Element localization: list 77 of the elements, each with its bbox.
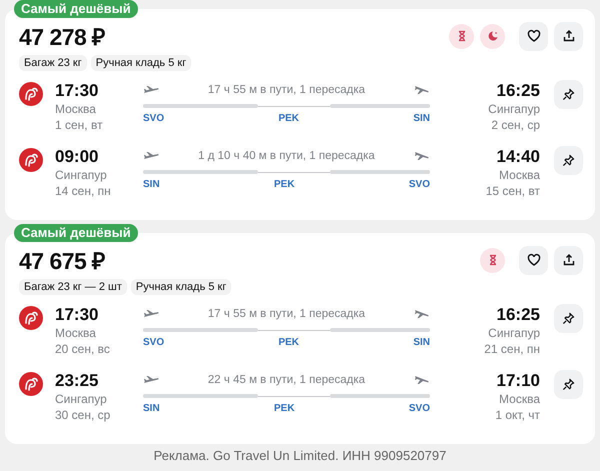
pin-button[interactable]: [554, 80, 583, 109]
departure-date: 30 сен, ср: [55, 407, 112, 423]
baggage-tag: Ручная кладь 5 кг: [90, 55, 192, 71]
airport-code: SVO: [408, 403, 430, 414]
airport-code: PEK: [274, 179, 295, 190]
arrival-time: 17:10: [496, 370, 540, 391]
landing-icon: [414, 85, 430, 95]
departure-time: 09:00: [55, 146, 100, 167]
departure-time: 17:30: [55, 304, 100, 325]
arrival-city: Сингапур: [487, 101, 540, 117]
departure-city: Москва: [55, 325, 97, 341]
heart-icon: [526, 29, 540, 43]
arrival-time: 14:40: [496, 146, 540, 167]
takeoff-icon: [143, 85, 159, 95]
pin-button[interactable]: [554, 146, 583, 175]
baggage-tag: Багаж 23 кг: [19, 55, 87, 71]
pin-icon: [562, 378, 575, 391]
departure-time: 17:30: [55, 80, 100, 101]
departure-time: 23:25: [55, 370, 100, 391]
share-icon: [562, 253, 576, 267]
airline-logo-icon: [19, 148, 43, 172]
pin-button[interactable]: [554, 304, 583, 333]
price: 47 675 ₽: [19, 247, 105, 276]
pin-button[interactable]: [554, 370, 583, 399]
favorite-button[interactable]: [519, 246, 548, 274]
takeoff-icon: [143, 309, 159, 319]
landing-icon: [414, 309, 430, 319]
share-button[interactable]: [554, 22, 583, 50]
departure-date: 1 сен, вт: [55, 117, 104, 133]
arrival-date: 2 сен, ср: [490, 117, 540, 133]
arrival-time: 16:25: [496, 304, 540, 325]
flight-duration: 17 ч 55 м в пути, 1 пересадка: [208, 308, 366, 320]
ad-disclaimer: Реклама. Go Travel Un Limited. ИНН 9909520797: [152, 448, 448, 463]
arrival-date: 21 сен, пн: [483, 341, 540, 357]
departure-city: Сингапур: [55, 167, 108, 183]
airline-logo-icon: [19, 306, 43, 330]
share-icon: [562, 29, 576, 43]
pin-icon: [562, 312, 575, 325]
airport-code: SVO: [143, 113, 164, 124]
landing-icon: [414, 375, 430, 385]
cheapest-badge: Самый дешёвый: [14, 0, 138, 18]
share-button[interactable]: [554, 246, 583, 274]
takeoff-icon: [143, 151, 159, 161]
baggage-tag: Багаж 23 кг — 2 шт: [19, 279, 127, 295]
airline-logo-icon: [19, 372, 43, 396]
airport-code: PEK: [274, 403, 295, 414]
heart-icon: [526, 253, 540, 267]
airport-code: SIN: [413, 337, 430, 348]
arrival-time: 16:25: [496, 80, 540, 101]
departure-date: 20 сен, вс: [55, 341, 111, 357]
flight-duration: 22 ч 45 м в пути, 1 пересадка: [208, 374, 366, 386]
airport-code: SIN: [413, 113, 430, 124]
departure-date: 14 сен, пн: [55, 183, 112, 199]
flight-duration: 17 ч 55 м в пути, 1 пересадка: [208, 84, 366, 96]
arrival-city: Сингапур: [487, 325, 540, 341]
airport-code: SVO: [143, 337, 164, 348]
airport-code: PEK: [278, 337, 299, 348]
arrival-city: Москва: [498, 391, 540, 407]
airport-code: SIN: [143, 179, 160, 190]
price: 47 278 ₽: [19, 23, 105, 52]
arrival-date: 15 сен, вт: [484, 183, 540, 199]
airport-code: SVO: [408, 179, 430, 190]
departure-city: Москва: [55, 101, 97, 117]
airport-code: SIN: [143, 403, 160, 414]
pin-icon: [562, 154, 575, 167]
cheapest-badge: Самый дешёвый: [14, 224, 138, 242]
baggage-tag: Ручная кладь 5 кг: [130, 279, 232, 295]
flight-duration: 1 д 10 ч 40 м в пути, 1 пересадка: [198, 150, 375, 162]
pin-icon: [562, 88, 575, 101]
arrival-date: 1 окт, чт: [494, 407, 540, 423]
takeoff-icon: [143, 375, 159, 385]
airline-logo-icon: [19, 82, 43, 106]
arrival-city: Москва: [498, 167, 540, 183]
airport-code: PEK: [278, 113, 299, 124]
favorite-button[interactable]: [519, 22, 548, 50]
landing-icon: [414, 151, 430, 161]
departure-city: Сингапур: [55, 391, 108, 407]
